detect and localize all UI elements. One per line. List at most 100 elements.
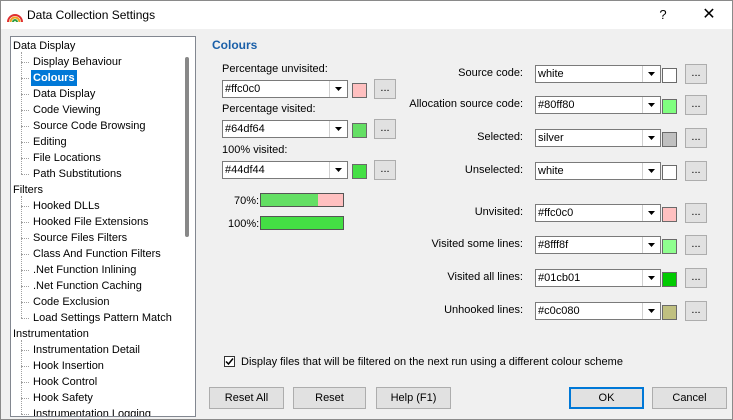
unselected-combo[interactable] [535,162,661,180]
help-title-button[interactable]: ? [649,4,677,26]
full-visited-input[interactable] [225,163,325,177]
tree-item[interactable]: Hooked DLLs [33,198,100,214]
tree-item[interactable]: Instrumentation Detail [33,342,140,358]
tree-item[interactable]: Source Code Browsing [33,118,146,134]
unselected-browse-button[interactable]: ... [685,161,707,181]
unhooked-browse-button[interactable]: ... [685,301,707,321]
tree-connector [21,94,29,95]
chevron-down-icon[interactable] [329,121,347,137]
pct-unvisited-combo[interactable] [222,80,348,98]
tree-connector [21,62,29,63]
visited-all-combo[interactable] [535,269,661,287]
pct-visited-label: Percentage visited: [222,103,316,115]
full-visited-combo[interactable] [222,161,348,179]
tree-item[interactable]: Hook Safety [33,390,93,406]
visited-some-combo[interactable] [535,236,661,254]
chevron-down-icon[interactable] [642,303,660,319]
settings-tree[interactable]: Data Display Display Behaviour Colours Data… [10,36,196,417]
tree-item[interactable]: Code Exclusion [33,294,109,310]
unselected-input[interactable] [538,164,638,178]
tree-connector [21,366,29,367]
tree-connector [21,254,29,255]
reset-all-button[interactable]: Reset All [209,387,284,409]
alloc-combo[interactable] [535,96,661,114]
tree-item[interactable]: Data Display [33,86,95,102]
tree-group[interactable]: Filters [13,182,43,198]
unhooked-swatch [662,305,677,320]
pct-visited-input[interactable] [225,122,325,136]
cancel-button[interactable]: Cancel [652,387,727,409]
pct-unvisited-swatch [352,83,367,98]
tree-item[interactable]: Colours [31,70,77,86]
tree-connector [21,340,22,414]
chevron-down-icon[interactable] [642,130,660,146]
chevron-down-icon[interactable] [329,81,347,97]
chevron-down-icon[interactable] [642,163,660,179]
reset-button[interactable]: Reset [293,387,366,409]
tree-item[interactable]: .Net Function Inlining [33,262,136,278]
tree-group[interactable]: Instrumentation [13,326,89,342]
source-code-browse-button[interactable]: ... [685,64,707,84]
tree-item[interactable]: Path Substitutions [33,166,122,182]
pct-unvisited-label: Percentage unvisited: [222,63,328,75]
tree-connector [21,174,29,175]
selected-combo[interactable] [535,129,661,147]
preview-100-fill [261,217,343,229]
visited-all-label: Visited all lines: [447,271,523,283]
unvisited-combo[interactable] [535,204,661,222]
unselected-label: Unselected: [464,164,523,176]
source-code-combo[interactable] [535,65,661,83]
tree-item[interactable]: .Net Function Caching [33,278,142,294]
tree-connector [21,350,29,351]
pct-unvisited-input[interactable] [225,82,325,96]
visited-all-browse-button[interactable]: ... [685,268,707,288]
chevron-down-icon[interactable] [642,97,660,113]
ok-button[interactable]: OK [569,387,644,409]
chevron-down-icon[interactable] [642,270,660,286]
chevron-down-icon[interactable] [642,66,660,82]
pct-visited-combo[interactable] [222,120,348,138]
selected-browse-button[interactable]: ... [685,128,707,148]
alloc-input[interactable] [538,98,638,112]
tree-group[interactable]: Data Display [13,38,75,54]
chevron-down-icon[interactable] [642,205,660,221]
pct-unvisited-browse-button[interactable]: ... [374,79,396,99]
close-button[interactable]: ✕ [693,4,725,26]
tree-item[interactable]: Class And Function Filters [33,246,161,262]
tree-connector [21,302,29,303]
alloc-browse-button[interactable]: ... [685,95,707,115]
unhooked-combo[interactable] [535,302,661,320]
tree-connector [21,158,29,159]
source-code-input[interactable] [538,67,638,81]
tree-connector [21,382,29,383]
filtered-files-checkbox-label: Display files that will be filtered on t… [241,356,623,368]
tree-item[interactable]: Instrumentation Logging [33,406,151,416]
tree-connector [21,110,29,111]
tree-item[interactable]: Editing [33,134,67,150]
help-button[interactable]: Help (F1) [376,387,451,409]
tree-item[interactable]: File Locations [33,150,101,166]
unvisited-label: Unvisited: [474,206,523,218]
full-visited-browse-button[interactable]: ... [374,160,396,180]
tree-item[interactable]: Hooked File Extensions [33,214,149,230]
pct-visited-browse-button[interactable]: ... [374,119,396,139]
tree-scrollbar-thumb[interactable] [185,57,189,237]
tree-item[interactable]: Load Settings Pattern Match [33,310,172,326]
selected-label: Selected: [477,131,523,143]
tree-item[interactable]: Display Behaviour [33,54,122,70]
visited-some-input[interactable] [538,238,638,252]
unvisited-browse-button[interactable]: ... [685,203,707,223]
source-code-label: Source code: [458,67,523,79]
visited-all-input[interactable] [538,271,638,285]
unhooked-input[interactable] [538,304,638,318]
selected-input[interactable] [538,131,638,145]
tree-item[interactable]: Hook Insertion [33,358,104,374]
chevron-down-icon[interactable] [329,162,347,178]
tree-item[interactable]: Source Files Filters [33,230,127,246]
chevron-down-icon[interactable] [642,237,660,253]
unvisited-input[interactable] [538,206,638,220]
tree-item[interactable]: Code Viewing [33,102,101,118]
filtered-files-checkbox[interactable] [224,356,235,367]
visited-some-browse-button[interactable]: ... [685,235,707,255]
tree-item[interactable]: Hook Control [33,374,97,390]
